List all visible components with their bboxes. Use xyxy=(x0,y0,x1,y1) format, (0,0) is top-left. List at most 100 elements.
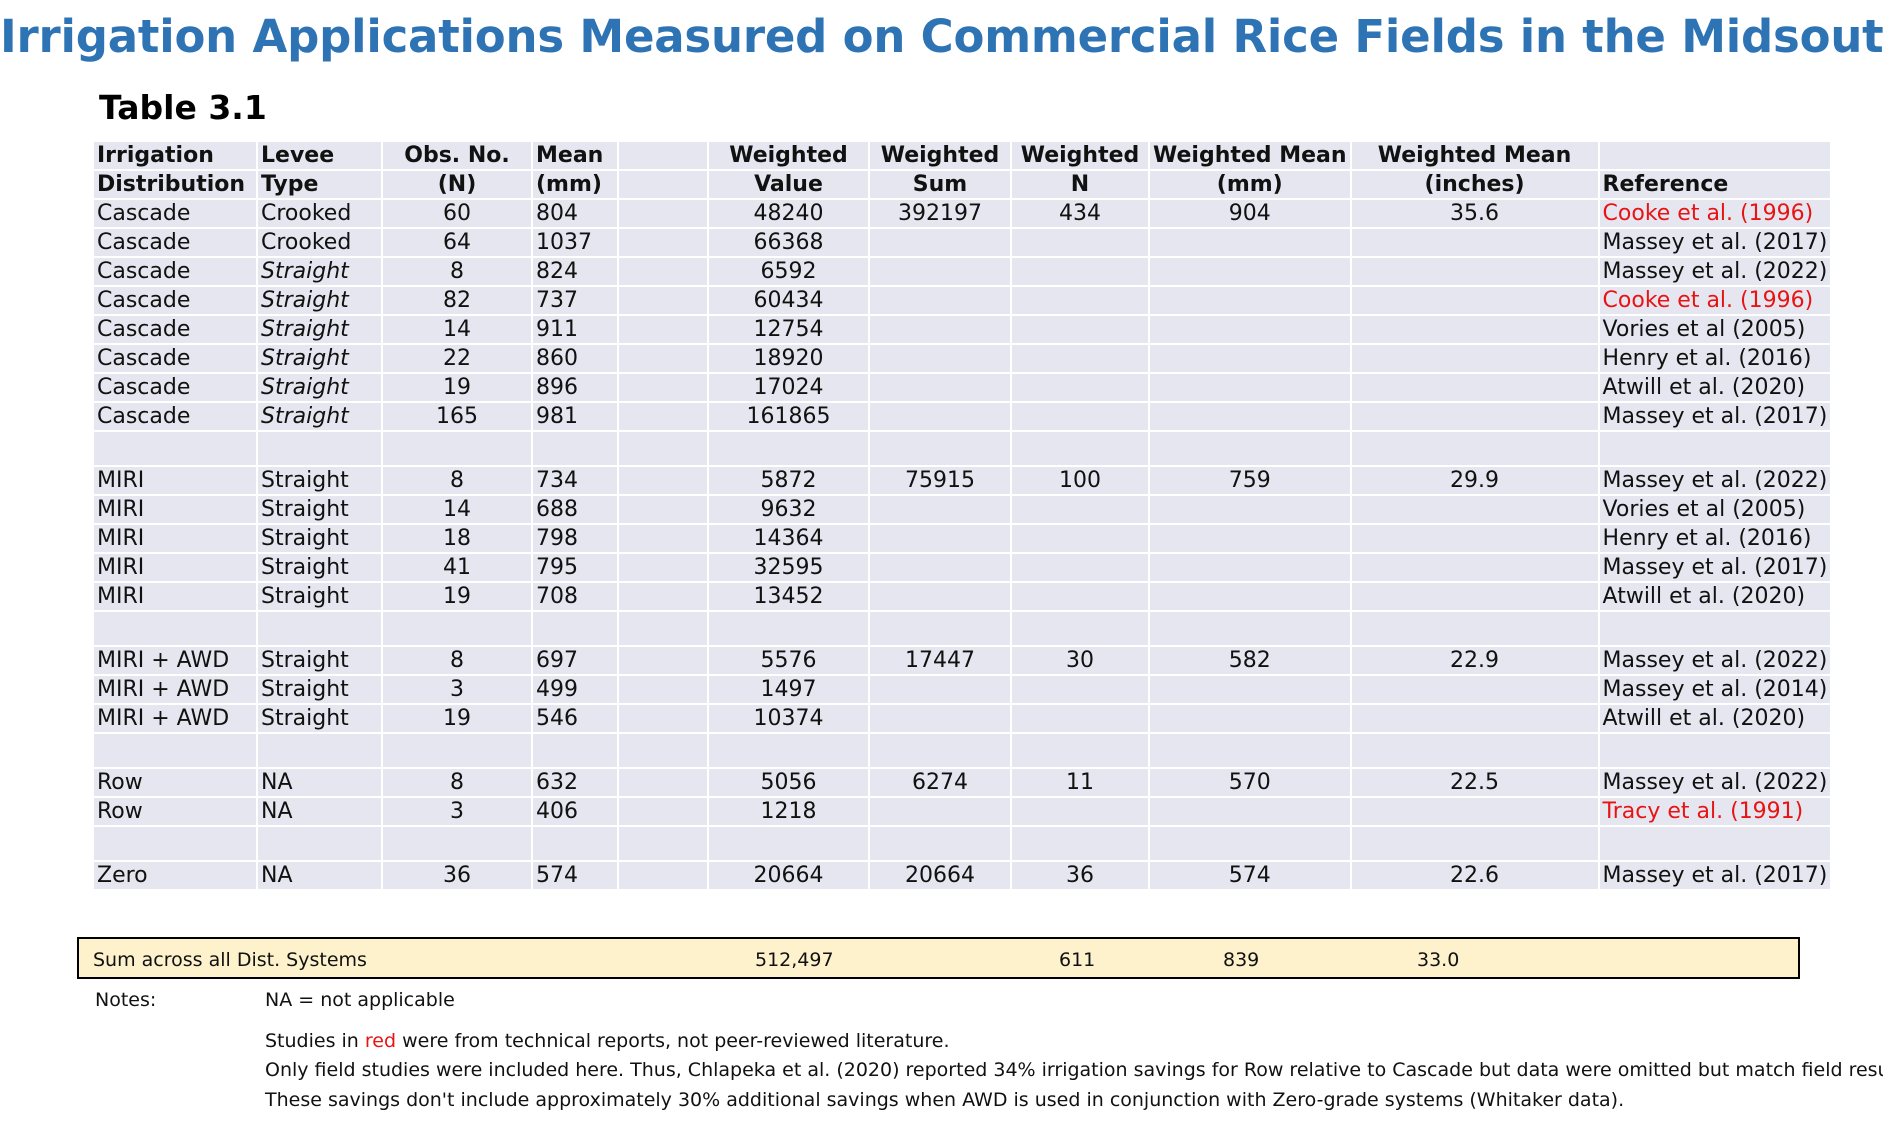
spacer-cell xyxy=(617,401,709,432)
distribution-cell: Zero xyxy=(92,860,258,891)
header-cell: Weighted Mean xyxy=(1148,140,1352,171)
summary-weighted-mean-inches: 33.0 xyxy=(1417,949,1460,971)
weighted-value-cell: 13452 xyxy=(707,581,870,612)
levee-type-cell: Straight xyxy=(256,703,383,734)
empty-cell xyxy=(1010,430,1150,467)
weighted-sum-cell xyxy=(868,674,1012,705)
weighted-mean-inches-cell xyxy=(1349,796,1600,827)
table-row: MIRI Straight 8 734 5872 75915 100 759 29.9 Masse… xyxy=(92,465,1833,496)
empty-cell xyxy=(1010,610,1150,647)
empty-cell xyxy=(381,430,533,467)
spacer-row xyxy=(92,610,1833,647)
mean-mm-cell: 632 xyxy=(531,767,619,798)
table-row: Zero NA 36 574 20664 20664 36 574 22.6 Massey et … xyxy=(92,860,1833,891)
levee-type-cell: NA xyxy=(256,860,383,891)
mean-mm-cell: 708 xyxy=(531,581,619,612)
header-cell xyxy=(1597,140,1833,171)
mean-mm-cell: 737 xyxy=(531,285,619,316)
reference-cell: Atwill et al. (2020) xyxy=(1597,581,1833,612)
weighted-sum-cell xyxy=(868,581,1012,612)
empty-cell xyxy=(381,732,533,769)
spacer-cell xyxy=(617,523,709,554)
mean-mm-cell: 574 xyxy=(531,860,619,891)
weighted-mean-mm-cell xyxy=(1148,401,1352,432)
empty-cell xyxy=(1148,825,1352,862)
empty-cell xyxy=(256,430,383,467)
weighted-n-cell xyxy=(1010,285,1150,316)
obs-n-cell: 3 xyxy=(381,796,533,827)
table-row: MIRI + AWD Straight 8 697 5576 17447 30 582 22.9… xyxy=(92,645,1833,676)
levee-type-cell: Straight xyxy=(256,372,383,403)
empty-cell xyxy=(92,610,258,647)
note-red-word: red xyxy=(364,1030,397,1052)
weighted-n-cell xyxy=(1010,796,1150,827)
distribution-cell: MIRI + AWD xyxy=(92,645,258,676)
distribution-cell: MIRI xyxy=(92,581,258,612)
empty-cell xyxy=(531,732,619,769)
weighted-mean-mm-cell xyxy=(1148,285,1352,316)
weighted-mean-mm-cell xyxy=(1148,372,1352,403)
weighted-sum-cell xyxy=(868,256,1012,287)
header-cell: Weighted xyxy=(707,140,870,171)
spacer-cell xyxy=(617,343,709,374)
mean-mm-cell: 896 xyxy=(531,372,619,403)
reference-cell: Massey et al. (2017) xyxy=(1597,552,1833,583)
mean-mm-cell: 804 xyxy=(531,198,619,229)
empty-cell xyxy=(707,610,870,647)
header-cell: Weighted Mean xyxy=(1349,140,1600,171)
weighted-value-cell: 14364 xyxy=(707,523,870,554)
weighted-n-cell xyxy=(1010,552,1150,583)
weighted-mean-mm-cell xyxy=(1148,552,1352,583)
summary-weighted-n: 611 xyxy=(1059,949,1096,971)
header-cell: Sum xyxy=(868,169,1012,200)
weighted-n-cell: 11 xyxy=(1010,767,1150,798)
note-red-post: were from technical reports, not peer-re… xyxy=(396,1030,950,1052)
weighted-mean-inches-cell: 29.9 xyxy=(1349,465,1600,496)
weighted-mean-mm-cell xyxy=(1148,703,1352,734)
levee-type-cell: Straight xyxy=(256,465,383,496)
reference-cell: Massey et al. (2017) xyxy=(1597,401,1833,432)
levee-type-cell: Straight xyxy=(256,314,383,345)
levee-type-cell: Crooked xyxy=(256,227,383,258)
weighted-n-cell xyxy=(1010,494,1150,525)
weighted-n-cell: 36 xyxy=(1010,860,1150,891)
empty-cell xyxy=(1597,825,1833,862)
weighted-n-cell: 100 xyxy=(1010,465,1150,496)
spacer-row xyxy=(92,732,1833,769)
spacer-cell xyxy=(617,703,709,734)
empty-cell xyxy=(531,430,619,467)
reference-cell: Atwill et al. (2020) xyxy=(1597,703,1833,734)
weighted-mean-inches-cell: 22.5 xyxy=(1349,767,1600,798)
empty-cell xyxy=(381,610,533,647)
weighted-mean-inches-cell xyxy=(1349,552,1600,583)
reference-cell: Cooke et al. (1996) xyxy=(1597,285,1833,316)
weighted-value-cell: 1218 xyxy=(707,796,870,827)
obs-n-cell: 8 xyxy=(381,465,533,496)
table-row: Cascade Crooked 60 804 48240 392197 434 904 35.6… xyxy=(92,198,1833,229)
irrigation-table: Irrigation Levee Obs. No. Mean Weighted … xyxy=(92,140,1833,891)
weighted-mean-inches-cell xyxy=(1349,256,1600,287)
weighted-mean-mm-cell xyxy=(1148,796,1352,827)
header-cell: Value xyxy=(707,169,870,200)
weighted-n-cell xyxy=(1010,256,1150,287)
empty-cell xyxy=(531,610,619,647)
weighted-mean-mm-cell xyxy=(1148,523,1352,554)
weighted-sum-cell xyxy=(868,552,1012,583)
weighted-sum-cell xyxy=(868,401,1012,432)
empty-cell xyxy=(707,430,870,467)
distribution-cell: Cascade xyxy=(92,401,258,432)
obs-n-cell: 82 xyxy=(381,285,533,316)
weighted-sum-cell: 392197 xyxy=(868,198,1012,229)
weighted-value-cell: 5056 xyxy=(707,767,870,798)
table-body: Irrigation Levee Obs. No. Mean Weighted … xyxy=(92,140,1833,891)
empty-cell xyxy=(256,732,383,769)
spacer-cell xyxy=(617,796,709,827)
weighted-n-cell: 30 xyxy=(1010,645,1150,676)
obs-n-cell: 14 xyxy=(381,314,533,345)
weighted-mean-mm-cell: 904 xyxy=(1148,198,1352,229)
weighted-value-cell: 48240 xyxy=(707,198,870,229)
note-red: Studies in red were from technical repor… xyxy=(265,1030,950,1052)
weighted-mean-inches-cell xyxy=(1349,285,1600,316)
table-row: MIRI + AWD Straight 3 499 1497 Massey et al. … xyxy=(92,674,1833,705)
empty-cell xyxy=(1597,430,1833,467)
